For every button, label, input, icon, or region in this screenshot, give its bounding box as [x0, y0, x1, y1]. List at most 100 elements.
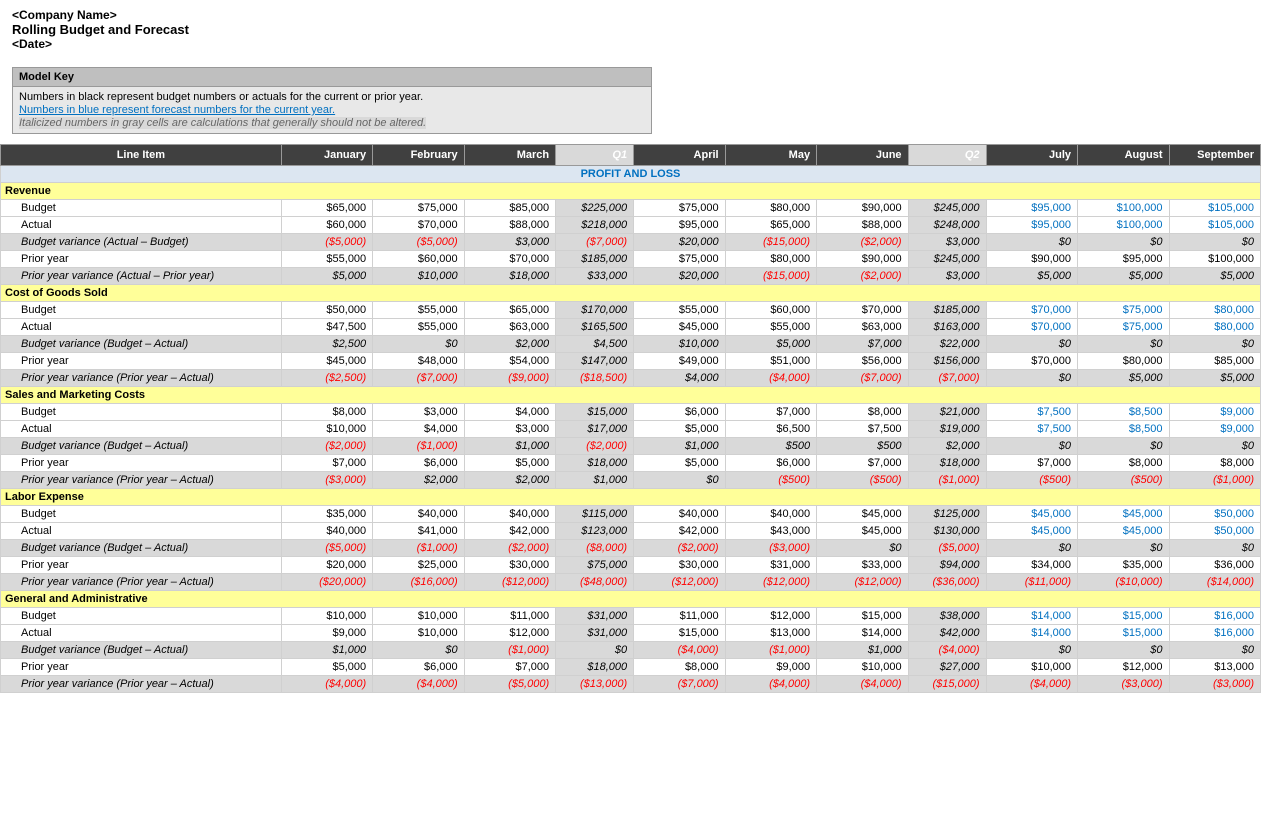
- cell-5-0-8: $14,000: [986, 608, 1077, 625]
- row-4-4: Prior year variance (Prior year – Actual…: [1, 574, 1261, 591]
- cell-4-4-7: ($36,000): [908, 574, 986, 591]
- cell-3-2-1: ($1,000): [373, 438, 464, 455]
- cell-2-3-3: $147,000: [556, 353, 634, 370]
- cell-3-0-4: $6,000: [634, 404, 725, 421]
- cell-2-4-2: ($9,000): [464, 370, 555, 387]
- cell-3-2-7: $2,000: [908, 438, 986, 455]
- row-3-0: Budget$8,000$3,000$4,000$15,000$6,000$7,…: [1, 404, 1261, 421]
- cell-2-4-10: $5,000: [1169, 370, 1261, 387]
- cell-5-3-9: $12,000: [1078, 659, 1169, 676]
- col-header-august: August: [1078, 145, 1169, 166]
- cell-2-4-0: ($2,500): [281, 370, 372, 387]
- cell-2-0-3: $170,000: [556, 302, 634, 319]
- cell-5-3-10: $13,000: [1169, 659, 1261, 676]
- cell-2-1-4: $45,000: [634, 319, 725, 336]
- cell-4-0-6: $45,000: [817, 506, 908, 523]
- row-5-0: Budget$10,000$10,000$11,000$31,000$11,00…: [1, 608, 1261, 625]
- cell-2-1-3: $165,500: [556, 319, 634, 336]
- cell-1-1-3: $218,000: [556, 217, 634, 234]
- cell-2-4-8: $0: [986, 370, 1077, 387]
- label-1-0: Budget: [1, 200, 282, 217]
- label-3-3: Prior year: [1, 455, 282, 472]
- cell-3-3-8: $7,000: [986, 455, 1077, 472]
- cell-5-2-8: $0: [986, 642, 1077, 659]
- cell-3-0-10: $9,000: [1169, 404, 1261, 421]
- cell-5-4-6: ($4,000): [817, 676, 908, 693]
- row-3-1: Actual$10,000$4,000$3,000$17,000$5,000$6…: [1, 421, 1261, 438]
- cell-2-0-9: $75,000: [1078, 302, 1169, 319]
- cell-1-3-2: $70,000: [464, 251, 555, 268]
- cell-2-2-3: $4,500: [556, 336, 634, 353]
- cell-1-2-6: ($2,000): [817, 234, 908, 251]
- cell-5-1-9: $15,000: [1078, 625, 1169, 642]
- cell-3-0-2: $4,000: [464, 404, 555, 421]
- cell-5-0-0: $10,000: [281, 608, 372, 625]
- cell-3-3-9: $8,000: [1078, 455, 1169, 472]
- cell-4-2-6: $0: [817, 540, 908, 557]
- cell-4-3-0: $20,000: [281, 557, 372, 574]
- label-5-1: Actual: [1, 625, 282, 642]
- cell-5-0-3: $31,000: [556, 608, 634, 625]
- cell-2-0-4: $55,000: [634, 302, 725, 319]
- cell-1-0-2: $85,000: [464, 200, 555, 217]
- cell-4-0-1: $40,000: [373, 506, 464, 523]
- cell-3-2-9: $0: [1078, 438, 1169, 455]
- cell-2-4-9: $5,000: [1078, 370, 1169, 387]
- cell-3-1-6: $7,500: [817, 421, 908, 438]
- cell-4-0-4: $40,000: [634, 506, 725, 523]
- cell-1-0-3: $225,000: [556, 200, 634, 217]
- cell-4-4-0: ($20,000): [281, 574, 372, 591]
- row-2-4: Prior year variance (Prior year – Actual…: [1, 370, 1261, 387]
- cell-4-4-6: ($12,000): [817, 574, 908, 591]
- cell-4-2-1: ($1,000): [373, 540, 464, 557]
- cell-4-2-7: ($5,000): [908, 540, 986, 557]
- cell-1-4-6: ($2,000): [817, 268, 908, 285]
- cell-1-2-4: $20,000: [634, 234, 725, 251]
- cell-5-0-1: $10,000: [373, 608, 464, 625]
- row-4-1: Actual$40,000$41,000$42,000$123,000$42,0…: [1, 523, 1261, 540]
- cell-2-1-9: $75,000: [1078, 319, 1169, 336]
- cell-5-3-2: $7,000: [464, 659, 555, 676]
- cell-2-3-0: $45,000: [281, 353, 372, 370]
- cell-4-1-6: $45,000: [817, 523, 908, 540]
- cell-2-2-2: $2,000: [464, 336, 555, 353]
- cell-5-0-4: $11,000: [634, 608, 725, 625]
- cell-1-3-1: $60,000: [373, 251, 464, 268]
- cell-3-4-8: ($500): [986, 472, 1077, 489]
- cell-5-4-10: ($3,000): [1169, 676, 1261, 693]
- cell-5-2-10: $0: [1169, 642, 1261, 659]
- cell-5-3-0: $5,000: [281, 659, 372, 676]
- row-5-1: Actual$9,000$10,000$12,000$31,000$15,000…: [1, 625, 1261, 642]
- cell-1-2-3: ($7,000): [556, 234, 634, 251]
- cell-1-4-9: $5,000: [1078, 268, 1169, 285]
- cell-4-2-8: $0: [986, 540, 1077, 557]
- row-1-0: Budget$65,000$75,000$85,000$225,000$75,0…: [1, 200, 1261, 217]
- cell-1-4-0: $5,000: [281, 268, 372, 285]
- cell-3-1-4: $5,000: [634, 421, 725, 438]
- cell-2-1-6: $63,000: [817, 319, 908, 336]
- cell-4-2-0: ($5,000): [281, 540, 372, 557]
- cell-4-3-1: $25,000: [373, 557, 464, 574]
- cell-1-3-5: $80,000: [725, 251, 816, 268]
- cell-4-4-3: ($48,000): [556, 574, 634, 591]
- cell-5-3-4: $8,000: [634, 659, 725, 676]
- cell-4-1-2: $42,000: [464, 523, 555, 540]
- row-2-0: Budget$50,000$55,000$65,000$170,000$55,0…: [1, 302, 1261, 319]
- cell-5-3-8: $10,000: [986, 659, 1077, 676]
- cell-3-2-10: $0: [1169, 438, 1261, 455]
- cell-3-3-5: $6,000: [725, 455, 816, 472]
- cell-5-4-5: ($4,000): [725, 676, 816, 693]
- budget-table-container: Line Item January February March Q1 Apri…: [0, 144, 1261, 693]
- model-key-line-1: Numbers in black represent budget number…: [19, 91, 645, 103]
- cell-1-2-10: $0: [1169, 234, 1261, 251]
- cell-4-4-9: ($10,000): [1078, 574, 1169, 591]
- cell-1-3-7: $245,000: [908, 251, 986, 268]
- label-5-0: Budget: [1, 608, 282, 625]
- cell-4-2-3: ($8,000): [556, 540, 634, 557]
- cell-2-1-8: $70,000: [986, 319, 1077, 336]
- cell-5-1-2: $12,000: [464, 625, 555, 642]
- cell-2-3-1: $48,000: [373, 353, 464, 370]
- label-5-2: Budget variance (Budget – Actual): [1, 642, 282, 659]
- cell-1-1-10: $105,000: [1169, 217, 1261, 234]
- cell-3-4-1: $2,000: [373, 472, 464, 489]
